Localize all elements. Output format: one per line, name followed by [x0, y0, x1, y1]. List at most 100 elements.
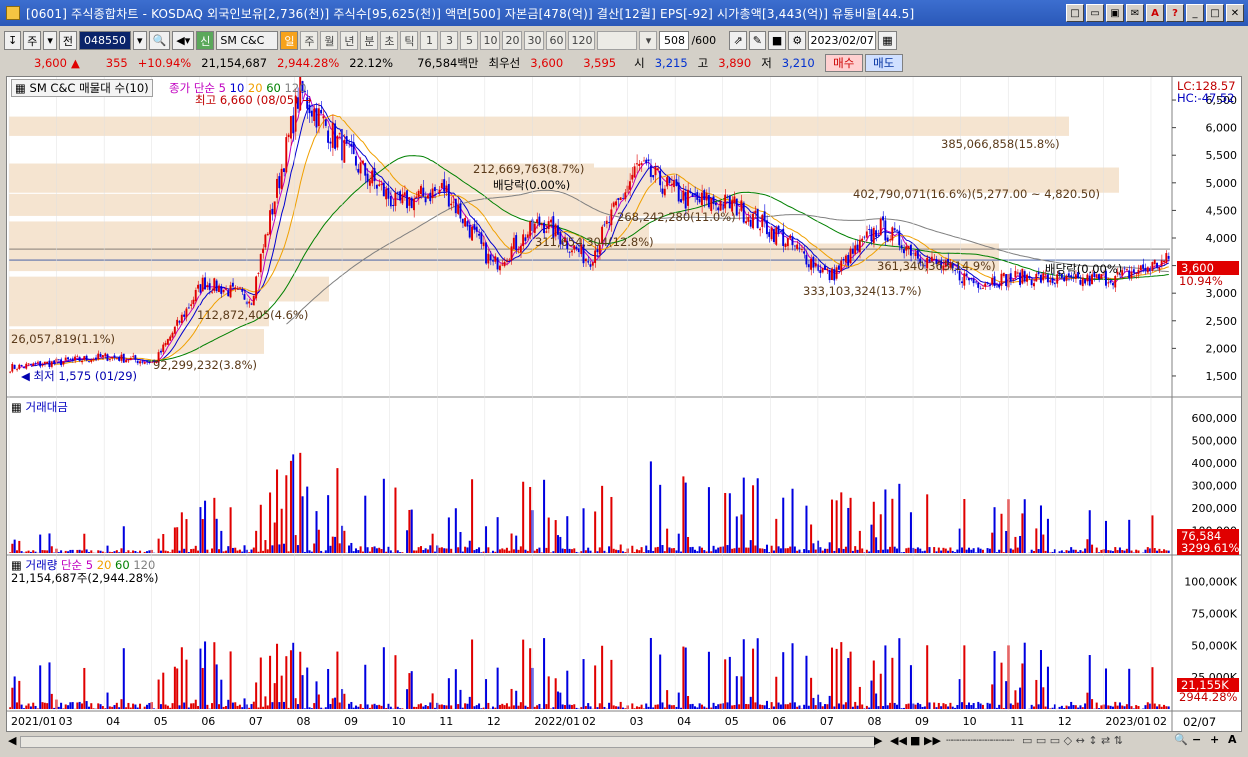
period-tick-tab[interactable]: 틱 [400, 31, 419, 50]
bar-count-input[interactable]: 508 [659, 31, 690, 50]
amount-bar [229, 507, 232, 553]
candle-body [413, 198, 415, 211]
minimize-button[interactable]: _ [1186, 4, 1204, 22]
screen-icon[interactable]: ▣ [1106, 4, 1124, 22]
zoom-icon[interactable]: ⇗ [729, 31, 747, 50]
period-week-tab[interactable]: 주 [300, 31, 319, 50]
zoom-in-icon[interactable]: + [1210, 733, 1219, 746]
save-icon[interactable]: ■ [767, 31, 787, 50]
date-input[interactable]: 2023/02/07 [808, 31, 877, 50]
price-tick-label: 4,000 [1206, 232, 1238, 245]
amount-bar [389, 550, 392, 553]
search-icon[interactable]: 🔍 [148, 31, 171, 50]
x-tick-label: 2021/01 [11, 715, 57, 728]
horizontal-scrollbar[interactable] [20, 736, 875, 748]
volume-bar [656, 704, 659, 709]
amount-bar [712, 545, 715, 553]
interval-1[interactable]: 1 [420, 31, 439, 50]
maximize-button[interactable]: □ [1206, 4, 1224, 22]
analysis-icon[interactable]: ✎ [748, 31, 766, 50]
volume-bar [928, 702, 931, 709]
mail-icon[interactable]: ✉ [1126, 4, 1144, 22]
main-select[interactable]: 주 [23, 31, 42, 50]
candle-body [498, 265, 501, 271]
price-legend[interactable]: ▦ SM C&C 매물대 수(10) [11, 79, 153, 97]
candle-body [29, 364, 32, 365]
code-dropdown-icon[interactable]: ▾ [133, 31, 147, 50]
zoom-out-icon[interactable]: − [1192, 733, 1201, 746]
period-day-tab[interactable]: 일 [280, 31, 299, 50]
amount-bar [937, 547, 940, 553]
sell-button[interactable]: 매도 [864, 54, 903, 72]
print-icon[interactable]: ▭ [1086, 4, 1104, 22]
dropdown-icon[interactable]: ▾ [43, 31, 57, 50]
interval-120[interactable]: 120 [568, 31, 596, 50]
speaker-icon[interactable]: ◀▾ [172, 31, 195, 50]
custom-interval-input[interactable] [597, 31, 638, 50]
amount-bar [224, 550, 227, 553]
interval-10[interactable]: 10 [480, 31, 501, 50]
scroll-right-icon[interactable]: ▶ [874, 734, 882, 747]
amount-bar [136, 552, 139, 553]
buy-button[interactable]: 매수 [824, 54, 863, 72]
volume-bar [67, 705, 70, 709]
amount-bar [1128, 519, 1131, 553]
period-year-tab[interactable]: 년 [340, 31, 359, 50]
stock-code-input[interactable]: 048550 [79, 31, 131, 50]
interval-5[interactable]: 5 [460, 31, 479, 50]
volume-bar [1151, 667, 1154, 709]
magnify-icon[interactable]: 🔍 [1174, 733, 1188, 746]
x-tick-label: 05 [154, 715, 168, 728]
scroll-left-icon[interactable]: ◀ [8, 734, 16, 747]
interval-3[interactable]: 3 [440, 31, 459, 50]
amount-bar [78, 549, 81, 553]
candle-body [447, 184, 450, 207]
volume-bar [991, 684, 994, 709]
candle-body [1072, 277, 1075, 279]
calendar-icon[interactable]: ▦ [878, 31, 897, 50]
link-icon[interactable]: □ [1066, 4, 1084, 22]
interval-dropdown-icon[interactable]: ▾ [639, 31, 658, 50]
credit-badge: 신 [196, 31, 215, 50]
amount-bar [914, 548, 917, 553]
auto-scale-icon[interactable]: A [1228, 733, 1237, 746]
open-label: 시 [634, 56, 645, 70]
stop-icon[interactable]: ■ [910, 734, 920, 747]
interval-60[interactable]: 60 [546, 31, 567, 50]
volume-bar [893, 702, 896, 709]
settings-icon[interactable]: ⚙ [788, 31, 807, 50]
profile-label-10: 92,299,232(3.8%) [153, 358, 258, 372]
candle-body [180, 314, 183, 323]
close-button[interactable]: ✕ [1226, 4, 1244, 22]
fast-forward-icon[interactable]: ▶▶ [924, 734, 941, 747]
interval-30[interactable]: 30 [524, 31, 545, 50]
rewind-icon[interactable]: ◀◀ [890, 734, 907, 747]
volume-bar [1160, 706, 1163, 709]
chart-canvas[interactable]: 6,5006,0005,5005,0004,5004,0003,5003,000… [7, 77, 1241, 731]
volume-bar [1153, 703, 1156, 709]
volume-bar [389, 706, 392, 709]
amount-bar [1088, 510, 1091, 553]
period-minute-tab[interactable]: 분 [360, 31, 379, 50]
amount-bar [791, 488, 794, 553]
volume-bar [271, 702, 274, 709]
interval-20[interactable]: 20 [502, 31, 523, 50]
chart-area[interactable]: 6,5006,0005,5005,0004,5004,0003,5003,000… [6, 76, 1242, 732]
stock-name-field[interactable]: SM C&C [216, 31, 279, 50]
prev-button[interactable]: 전 [58, 31, 77, 50]
pin-icon[interactable]: ↧ [4, 31, 22, 50]
tool-icons[interactable]: ▭ ▭ ▭ ◇ ↔ ↕ ⇄ ⇅ [1022, 734, 1123, 747]
zoom-slider[interactable]: ┄┄┄┄┄┄┄┄┄┄┄┄ [946, 734, 1014, 747]
period-month-tab[interactable]: 월 [320, 31, 339, 50]
candle-body [83, 356, 86, 360]
amount-bar [687, 537, 690, 553]
help-icon[interactable]: ? [1166, 4, 1184, 22]
candle-body [902, 249, 905, 254]
period-second-tab[interactable]: 초 [380, 31, 399, 50]
candle-body [624, 192, 627, 200]
dividend-note-1: 배당락(0.00%) [493, 178, 571, 192]
candle-body [700, 192, 703, 206]
amount-bar [1077, 551, 1080, 553]
font-icon[interactable]: A [1146, 4, 1164, 22]
amount-bar [782, 497, 785, 553]
